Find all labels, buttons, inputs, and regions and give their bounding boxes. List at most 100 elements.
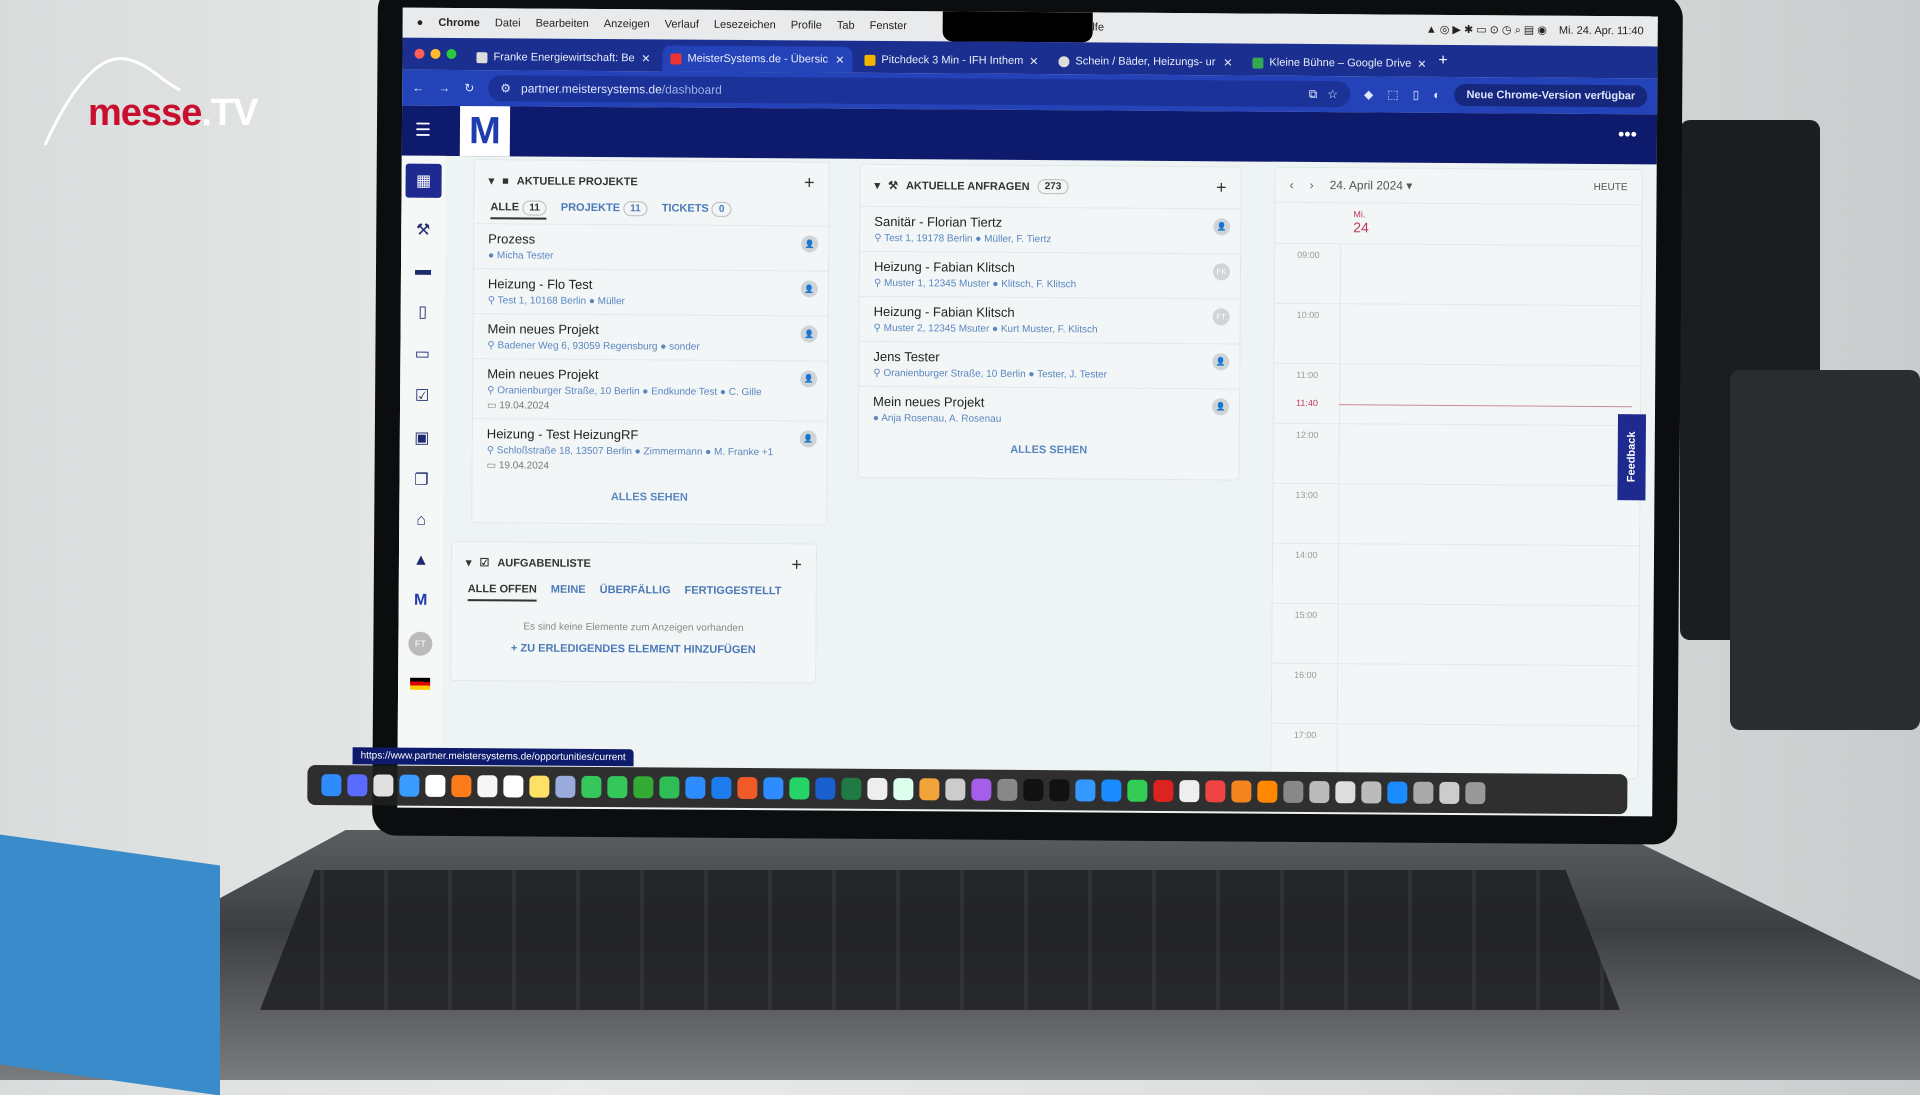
menu-profile[interactable]: Profile bbox=[791, 19, 822, 31]
files-icon[interactable]: ❐ bbox=[414, 470, 428, 490]
translate-icon[interactable]: ⧉ bbox=[1309, 86, 1318, 101]
dock-app-icon[interactable] bbox=[789, 777, 810, 800]
avatar[interactable]: FT bbox=[408, 631, 433, 656]
dock-app-icon[interactable] bbox=[1049, 779, 1070, 802]
person-icon[interactable]: 👤 bbox=[1211, 398, 1230, 416]
apple-icon[interactable]: ● bbox=[417, 17, 424, 29]
dock-app-icon[interactable] bbox=[1309, 780, 1330, 804]
shapes-icon[interactable]: ▲ bbox=[413, 552, 429, 570]
status-icons[interactable]: ▲ ◎ ▶ ✱ ▭ ⊙ ◷ ⌕ ▤ ◉ bbox=[1426, 23, 1547, 38]
dock-app-icon[interactable] bbox=[1465, 782, 1486, 805]
list-item[interactable]: Jens Tester ⚲ Oranienburger Straße, 10 Be… bbox=[859, 340, 1240, 389]
meistersystems-logo[interactable]: M bbox=[459, 106, 511, 157]
address-bar[interactable]: ⚙ partner.meistersystems.de/dashboard ⧉ … bbox=[488, 75, 1351, 108]
dock-app-icon[interactable] bbox=[451, 774, 472, 798]
dock-app-icon[interactable] bbox=[1153, 779, 1174, 803]
dock-app-icon[interactable] bbox=[971, 778, 992, 801]
grid-icon[interactable]: ▦ bbox=[405, 163, 442, 198]
person-icon[interactable]: 👤 bbox=[799, 430, 817, 448]
date-picker[interactable]: 24. April 2024 ▾ bbox=[1330, 178, 1413, 193]
profile-icon[interactable]: ◐ bbox=[1433, 88, 1440, 102]
dock-app-icon[interactable] bbox=[867, 777, 888, 801]
minimize-button[interactable] bbox=[430, 48, 441, 59]
clock[interactable]: Mi. 24. Apr. 11:40 bbox=[1559, 25, 1644, 38]
avatar[interactable]: FK bbox=[1212, 263, 1231, 281]
dock-app-icon[interactable] bbox=[893, 778, 914, 801]
dock-app-icon[interactable] bbox=[1361, 781, 1382, 804]
back-icon[interactable]: ← bbox=[412, 81, 424, 95]
dock-app-icon[interactable] bbox=[399, 774, 420, 797]
dock-app-icon[interactable] bbox=[1179, 780, 1200, 803]
tab-meine[interactable]: MEINE bbox=[551, 584, 586, 602]
dock-app-icon[interactable] bbox=[1075, 779, 1096, 802]
dock-app-icon[interactable] bbox=[347, 774, 368, 797]
add-task-button[interactable]: + bbox=[791, 554, 802, 575]
person-icon[interactable]: 👤 bbox=[1212, 353, 1230, 371]
tab-projekte[interactable]: PROJEKTE 11 bbox=[561, 201, 648, 221]
dock-app-icon[interactable] bbox=[711, 776, 732, 799]
menu-tab[interactable]: Tab bbox=[837, 20, 855, 32]
folder-icon[interactable]: ▬ bbox=[415, 262, 431, 280]
dock-app-icon[interactable] bbox=[1023, 778, 1044, 802]
add-todo-button[interactable]: + ZU ERLEDIGENDES ELEMENT HINZUFÜGEN bbox=[451, 642, 815, 657]
maximize-button[interactable] bbox=[446, 48, 457, 60]
browser-tab[interactable]: Franke Energiewirtschaft: Be ✕ bbox=[468, 44, 658, 71]
dock-app-icon[interactable] bbox=[555, 775, 576, 798]
dock-app-icon[interactable] bbox=[1283, 780, 1304, 803]
dock-app-icon[interactable] bbox=[841, 777, 862, 800]
list-item[interactable]: Heizung - Test HeizungRF ⚲ Schloßstraße 1… bbox=[472, 418, 827, 481]
today-button[interactable]: HEUTE bbox=[1594, 181, 1628, 192]
dock-app-icon[interactable] bbox=[1387, 781, 1408, 804]
close-tab-icon[interactable]: ✕ bbox=[835, 53, 844, 66]
dock-app-icon[interactable] bbox=[477, 775, 498, 798]
close-tab-icon[interactable]: ✕ bbox=[641, 52, 650, 65]
next-day-icon[interactable]: › bbox=[1310, 178, 1314, 192]
person-icon[interactable]: 👤 bbox=[800, 280, 818, 298]
list-item[interactable]: Prozess ● Micha Tester 👤 bbox=[473, 223, 829, 271]
tab-tickets[interactable]: TICKETS 0 bbox=[662, 201, 732, 220]
collapse-icon[interactable]: ▾ bbox=[489, 174, 495, 187]
extension-icon[interactable]: ◆ bbox=[1364, 87, 1373, 101]
requests-see-all-button[interactable]: ALLES SEHEN bbox=[859, 431, 1239, 470]
menu-bearbeiten[interactable]: Bearbeiten bbox=[536, 18, 589, 30]
feedback-tab[interactable]: Feedback bbox=[1617, 414, 1646, 501]
checklist-icon[interactable]: ☑ bbox=[415, 386, 429, 406]
close-window-button[interactable] bbox=[414, 48, 425, 59]
contact-icon[interactable]: ▣ bbox=[414, 428, 429, 448]
projects-see-all-button[interactable]: ALLES SEHEN bbox=[472, 478, 826, 516]
menu-app[interactable]: Chrome bbox=[438, 17, 480, 29]
dock-app-icon[interactable] bbox=[1335, 781, 1356, 804]
list-item[interactable]: Sanitär - Florian Tiertz ⚲ Test 1, 19178 … bbox=[860, 205, 1241, 254]
dock-app-icon[interactable] bbox=[1257, 780, 1278, 803]
menu-lesezeichen[interactable]: Lesezeichen bbox=[714, 19, 776, 31]
dock-app-icon[interactable] bbox=[997, 778, 1018, 801]
sidepanel-icon[interactable]: ▯ bbox=[1413, 88, 1420, 102]
tab-ueberfaellig[interactable]: ÜBERFÄLLIG bbox=[600, 584, 671, 602]
dock-app-icon[interactable] bbox=[815, 777, 836, 800]
person-icon[interactable]: 👤 bbox=[800, 370, 818, 388]
dock-app-icon[interactable] bbox=[1127, 779, 1148, 802]
collapse-icon[interactable]: ▾ bbox=[466, 556, 472, 569]
more-options-icon[interactable]: ••• bbox=[1618, 124, 1637, 145]
dock-app-icon[interactable] bbox=[503, 775, 524, 798]
browser-tab[interactable]: Schein / Bäder, Heizungs- ur ✕ bbox=[1050, 48, 1240, 75]
dock-app-icon[interactable] bbox=[607, 776, 628, 799]
document-icon[interactable]: ▯ bbox=[418, 302, 427, 322]
dock-app-icon[interactable] bbox=[737, 776, 758, 800]
prev-day-icon[interactable]: ‹ bbox=[1290, 178, 1294, 192]
dock-app-icon[interactable] bbox=[919, 778, 940, 801]
dock-app-icon[interactable] bbox=[1231, 780, 1252, 803]
site-settings-icon[interactable]: ⚙ bbox=[500, 81, 511, 95]
extensions-puzzle-icon[interactable]: ⬚ bbox=[1387, 88, 1398, 102]
tab-fertiggestellt[interactable]: FERTIGGESTELLT bbox=[684, 585, 781, 604]
time-grid[interactable]: 09:00 10:00 11:00 12:00 13:00 14:00 15:00 16:00… bbox=[1271, 243, 1642, 780]
basket-icon[interactable]: ⌂ bbox=[416, 512, 426, 530]
menu-fenster[interactable]: Fenster bbox=[870, 20, 907, 32]
dock-app-icon[interactable] bbox=[763, 777, 784, 800]
add-request-button[interactable]: + bbox=[1216, 177, 1227, 198]
dock-app-icon[interactable] bbox=[685, 776, 706, 799]
add-project-button[interactable]: + bbox=[804, 172, 815, 193]
dock-app-icon[interactable] bbox=[425, 774, 446, 797]
dock-app-icon[interactable] bbox=[1439, 781, 1460, 805]
list-item[interactable]: Heizung - Fabian Klitsch ⚲ Muster 2, 1234… bbox=[859, 295, 1240, 344]
